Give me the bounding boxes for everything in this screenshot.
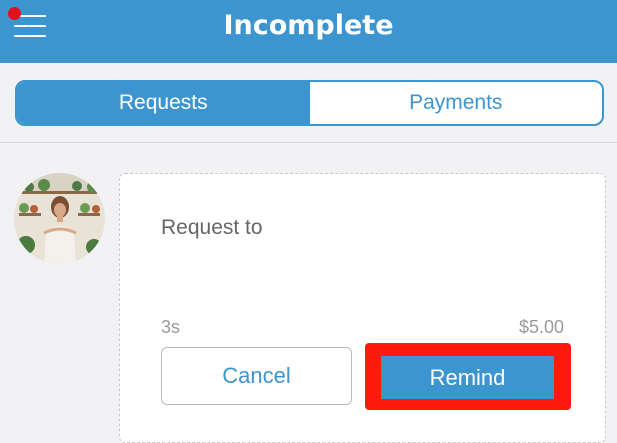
remind-button[interactable]: Remind bbox=[381, 356, 554, 399]
tab-payments[interactable]: Payments bbox=[310, 82, 603, 124]
avatar-photo bbox=[14, 173, 105, 264]
cancel-button[interactable]: Cancel bbox=[161, 347, 352, 405]
section-divider bbox=[0, 142, 617, 143]
request-time: 3s bbox=[161, 317, 181, 337]
request-card: Request to 3s $5.00 Cancel Remind bbox=[119, 173, 606, 443]
avatar bbox=[14, 173, 105, 264]
app-header: Incomplete bbox=[0, 0, 617, 63]
request-amount: $5.00 bbox=[518, 317, 564, 337]
request-title: Request to bbox=[161, 216, 263, 239]
tab-requests[interactable]: Requests bbox=[17, 82, 310, 124]
segmented-control: Requests Payments bbox=[15, 80, 604, 126]
remind-highlight: Remind bbox=[365, 343, 571, 410]
page-title: Incomplete bbox=[223, 10, 394, 41]
